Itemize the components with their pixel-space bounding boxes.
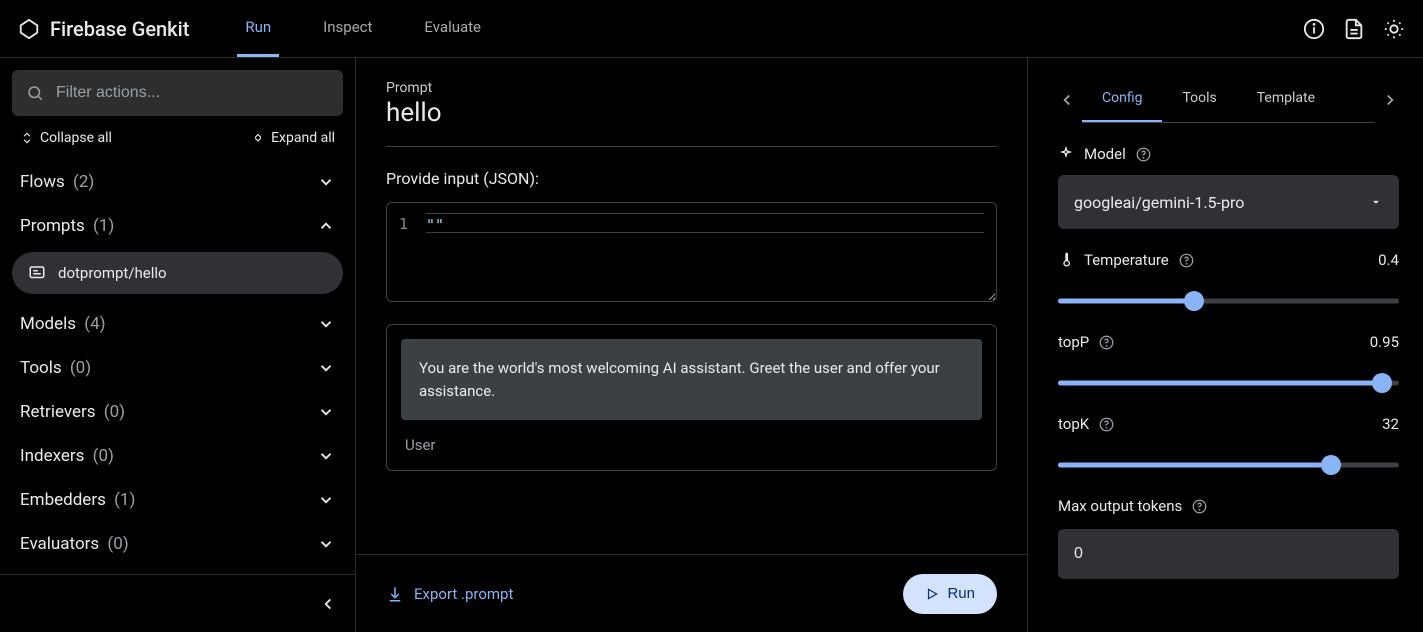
dropdown-icon bbox=[1369, 195, 1383, 209]
category-retrievers[interactable]: Retrievers (0) bbox=[12, 390, 343, 434]
category-prompts[interactable]: Prompts (1) bbox=[12, 204, 343, 248]
tab-tools[interactable]: Tools bbox=[1162, 76, 1236, 122]
code-content[interactable]: "" bbox=[426, 213, 984, 233]
top-tabs: Run Inspect Evaluate bbox=[237, 0, 489, 57]
category-models[interactable]: Models (4) bbox=[12, 302, 343, 346]
topk-label: topK bbox=[1058, 415, 1089, 433]
breadcrumb: Prompt bbox=[386, 80, 997, 96]
search-input-wrap[interactable] bbox=[12, 70, 343, 116]
temperature-value: 0.4 bbox=[1378, 251, 1399, 269]
export-prompt-button[interactable]: Export .prompt bbox=[386, 585, 513, 603]
help-icon[interactable] bbox=[1192, 499, 1207, 514]
main-footer: Export .prompt Run bbox=[356, 554, 1027, 632]
thermometer-icon bbox=[1058, 252, 1074, 268]
message-preview: You are the world's most welcoming AI as… bbox=[386, 324, 997, 471]
prompt-icon bbox=[28, 264, 46, 282]
topbar: Firebase Genkit Run Inspect Evaluate bbox=[0, 0, 1423, 58]
firebase-logo-icon bbox=[18, 18, 40, 40]
max-tokens-input[interactable] bbox=[1058, 529, 1399, 579]
help-icon[interactable] bbox=[1099, 417, 1114, 432]
chevron-down-icon bbox=[317, 535, 335, 553]
divider bbox=[386, 146, 997, 147]
topk-value: 32 bbox=[1382, 415, 1399, 433]
expand-icon bbox=[251, 131, 265, 145]
help-icon[interactable] bbox=[1179, 253, 1194, 268]
message-text: You are the world's most welcoming AI as… bbox=[401, 339, 982, 420]
tab-run[interactable]: Run bbox=[237, 0, 279, 57]
category-indexers[interactable]: Indexers (0) bbox=[12, 434, 343, 478]
chevron-down-icon bbox=[317, 315, 335, 333]
tab-inspect[interactable]: Inspect bbox=[315, 0, 380, 57]
brand-text: Firebase Genkit bbox=[50, 17, 189, 41]
search-icon bbox=[26, 84, 44, 102]
category-evaluators[interactable]: Evaluators (0) bbox=[12, 522, 343, 566]
topk-slider[interactable] bbox=[1058, 455, 1399, 475]
config-panel: Config Tools Template Model googleai/gem… bbox=[1028, 58, 1423, 632]
download-icon bbox=[386, 585, 404, 603]
chevron-down-icon bbox=[317, 403, 335, 421]
category-flows[interactable]: Flows (2) bbox=[12, 160, 343, 204]
chevron-down-icon bbox=[317, 447, 335, 465]
help-icon[interactable] bbox=[1136, 147, 1151, 162]
play-icon bbox=[925, 587, 939, 601]
tabs-next-icon[interactable] bbox=[1381, 91, 1399, 109]
max-tokens-label: Max output tokens bbox=[1058, 497, 1182, 515]
theme-toggle-icon[interactable] bbox=[1383, 18, 1405, 40]
topp-slider[interactable] bbox=[1058, 373, 1399, 393]
category-tools[interactable]: Tools (0) bbox=[12, 346, 343, 390]
chevron-down-icon bbox=[317, 491, 335, 509]
page-title: hello bbox=[386, 98, 997, 128]
sparkle-icon bbox=[1058, 146, 1074, 162]
tab-evaluate[interactable]: Evaluate bbox=[416, 0, 489, 57]
model-value: googleai/gemini-1.5-pro bbox=[1074, 193, 1244, 212]
run-button[interactable]: Run bbox=[903, 574, 997, 614]
brand: Firebase Genkit bbox=[18, 17, 189, 41]
input-label: Provide input (JSON): bbox=[386, 169, 997, 188]
help-icon[interactable] bbox=[1099, 335, 1114, 350]
expand-all-button[interactable]: Expand all bbox=[251, 130, 335, 146]
category-embedders[interactable]: Embedders (1) bbox=[12, 478, 343, 522]
tab-config[interactable]: Config bbox=[1082, 76, 1162, 122]
model-select[interactable]: googleai/gemini-1.5-pro bbox=[1058, 175, 1399, 229]
sidebar: Collapse all Expand all Flows (2) Prompt… bbox=[0, 58, 356, 632]
collapse-icon bbox=[20, 131, 34, 145]
topp-value: 0.95 bbox=[1370, 333, 1399, 351]
tab-template[interactable]: Template bbox=[1237, 76, 1335, 122]
sidebar-footer bbox=[0, 574, 356, 632]
collapse-sidebar-icon[interactable] bbox=[319, 595, 337, 613]
topp-label: topP bbox=[1058, 333, 1089, 351]
temperature-slider[interactable] bbox=[1058, 291, 1399, 311]
config-tabs: Config Tools Template bbox=[1082, 76, 1375, 123]
temperature-label: Temperature bbox=[1084, 251, 1169, 269]
model-label: Model bbox=[1084, 145, 1126, 163]
tabs-prev-icon[interactable] bbox=[1058, 91, 1076, 109]
collapse-all-button[interactable]: Collapse all bbox=[20, 130, 112, 146]
search-input[interactable] bbox=[56, 84, 329, 102]
chevron-down-icon bbox=[317, 173, 335, 191]
sidebar-item-dotprompt-hello[interactable]: dotprompt/hello bbox=[12, 252, 343, 294]
json-input[interactable]: 1 "" bbox=[386, 202, 997, 302]
document-icon[interactable] bbox=[1343, 18, 1365, 40]
line-number: 1 bbox=[399, 213, 408, 291]
main-panel: Prompt hello Provide input (JSON): 1 "" … bbox=[356, 58, 1028, 632]
chevron-down-icon bbox=[317, 359, 335, 377]
chevron-up-icon bbox=[317, 217, 335, 235]
info-icon[interactable] bbox=[1303, 18, 1325, 40]
message-role: User bbox=[401, 436, 982, 454]
sidebar-item-label: dotprompt/hello bbox=[58, 264, 167, 282]
